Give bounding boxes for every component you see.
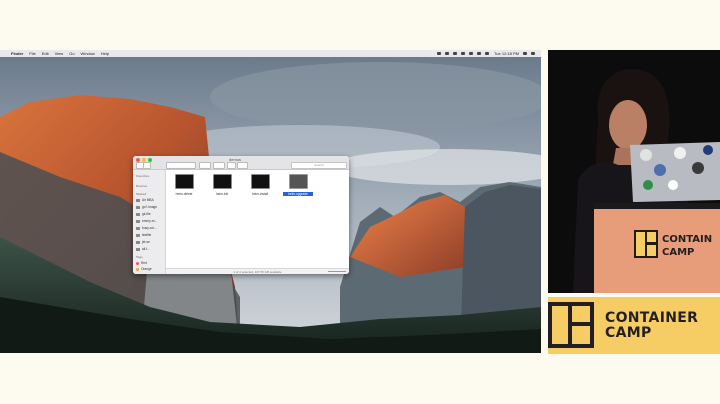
finder-sidebar: Favorites Devices Shared Air MBA go?-ima… — [133, 170, 166, 274]
sidebar-item-shared-2[interactable]: gk-file — [136, 212, 151, 216]
logo-line1: CONTAINER — [605, 310, 699, 326]
menu-go[interactable]: Go — [69, 50, 74, 57]
laptop-icon — [136, 198, 140, 202]
terminal-script-icon — [250, 174, 270, 189]
logo-wordmark: CONTAINER CAMP — [605, 311, 698, 341]
file-item[interactable]: heim-init — [207, 174, 237, 196]
red-tag-icon — [136, 261, 139, 265]
tags-icon[interactable] — [237, 162, 248, 169]
computer-icon — [136, 212, 140, 216]
container-camp-logo: CONTAINER CAMP — [548, 297, 720, 354]
sidebar-item-shared-3[interactable]: emmy-m... — [136, 219, 157, 223]
sidebar-item-shared-5[interactable]: testfile — [136, 233, 151, 237]
computer-icon — [136, 226, 140, 230]
screen-capture: Finder File Edit View Go Window Help Tue… — [0, 50, 541, 353]
finder-status-bar: 1 of 4 selected, 107.55 GB available — [166, 268, 349, 274]
menu-help[interactable]: Help — [101, 50, 109, 57]
icon-size-slider[interactable] — [328, 271, 346, 272]
sidebar-heading-favorites: Favorites — [136, 174, 150, 178]
wifi-icon[interactable] — [469, 52, 474, 55]
menu-bar: Finder File Edit View Go Window Help Tue… — [0, 50, 541, 57]
podium-logo-line2: CAMP — [662, 247, 694, 258]
dropbox-icon[interactable] — [437, 52, 442, 55]
search-field[interactable]: Search — [291, 162, 347, 169]
computer-icon — [136, 219, 140, 223]
sidebar-item-shared-6[interactable]: jet-se — [136, 240, 150, 244]
sidebar-heading-tags: Tags — [136, 255, 143, 259]
file-item-selected[interactable]: helm-upgrade — [283, 174, 313, 196]
notification-center-icon[interactable] — [531, 52, 535, 55]
sidebar-tag-red[interactable]: Red — [136, 261, 147, 265]
finder-toolbar: demos Search — [133, 156, 349, 170]
view-mode-selector[interactable] — [166, 162, 196, 169]
container-camp-mark-icon — [548, 302, 594, 348]
terminal-script-icon — [288, 174, 308, 189]
sidebar-item-air-mba[interactable]: Air MBA — [136, 198, 154, 202]
terminal-script-icon — [174, 174, 194, 189]
docker-icon[interactable] — [445, 52, 450, 55]
file-grid: hetm-delete heim-init heim-install helm-… — [166, 170, 349, 266]
page-bottom-band — [0, 354, 720, 404]
computer-icon — [136, 240, 140, 244]
menu-view[interactable]: View — [55, 50, 64, 57]
sidebar-tag-orange[interactable]: Orange — [136, 267, 152, 271]
action-gear-icon[interactable] — [213, 162, 225, 169]
computer-icon — [136, 205, 140, 209]
share-icon[interactable] — [227, 162, 236, 169]
terminal-script-icon — [212, 174, 232, 189]
bluetooth-icon[interactable] — [461, 52, 466, 55]
volume-icon[interactable] — [477, 52, 482, 55]
menu-finder[interactable]: Finder — [11, 50, 23, 57]
logo-line2: CAMP — [605, 325, 652, 341]
sidebar-item-shared-4[interactable]: busy-col... — [136, 226, 157, 230]
menubar-clock[interactable]: Tue 12:18 PM — [494, 50, 519, 57]
sidebar-heading-devices: Devices — [136, 184, 148, 188]
computer-icon — [136, 247, 140, 251]
menu-edit[interactable]: Edit — [42, 50, 49, 57]
sidebar-item-shared-7[interactable]: all-f... — [136, 247, 150, 251]
page-top-band — [0, 0, 720, 50]
file-item[interactable]: hetm-delete — [169, 174, 199, 196]
speaker-scene: CONTAIN CAMP — [548, 50, 720, 293]
arrange-button[interactable] — [199, 162, 211, 169]
menu-file[interactable]: File — [29, 50, 35, 57]
spotlight-icon[interactable] — [523, 52, 527, 55]
finder-window: demos Search Favorites Devices Shared Ai… — [133, 156, 349, 274]
speaker-video: CONTAIN CAMP — [548, 50, 720, 293]
menu-window[interactable]: Window — [81, 50, 95, 57]
sidebar-item-shared-1[interactable]: go?-image — [136, 205, 157, 209]
forward-button[interactable] — [143, 162, 151, 169]
file-item[interactable]: heim-install — [245, 174, 275, 196]
sidebar-heading-shared: Shared — [136, 192, 147, 196]
status-menus: Tue 12:18 PM — [433, 50, 535, 57]
display-icon[interactable] — [453, 52, 458, 55]
computer-icon — [136, 233, 140, 237]
orange-tag-icon — [136, 267, 139, 271]
battery-icon[interactable] — [485, 52, 490, 55]
podium-logo-line1: CONTAIN — [662, 234, 712, 245]
